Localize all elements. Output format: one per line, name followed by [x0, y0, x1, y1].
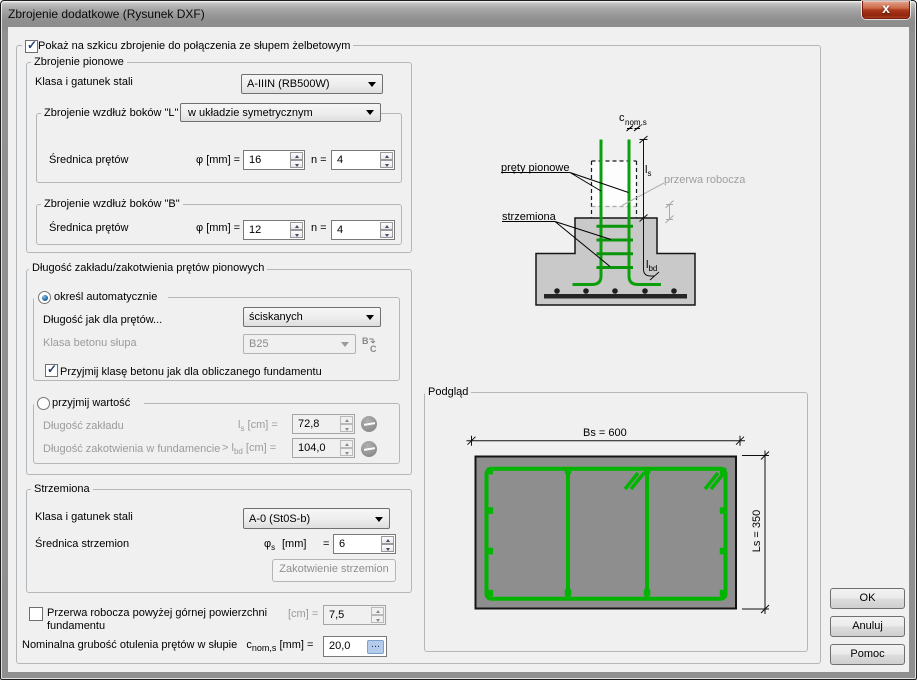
svg-text:B: B	[362, 336, 369, 346]
svg-text:C: C	[370, 344, 377, 354]
